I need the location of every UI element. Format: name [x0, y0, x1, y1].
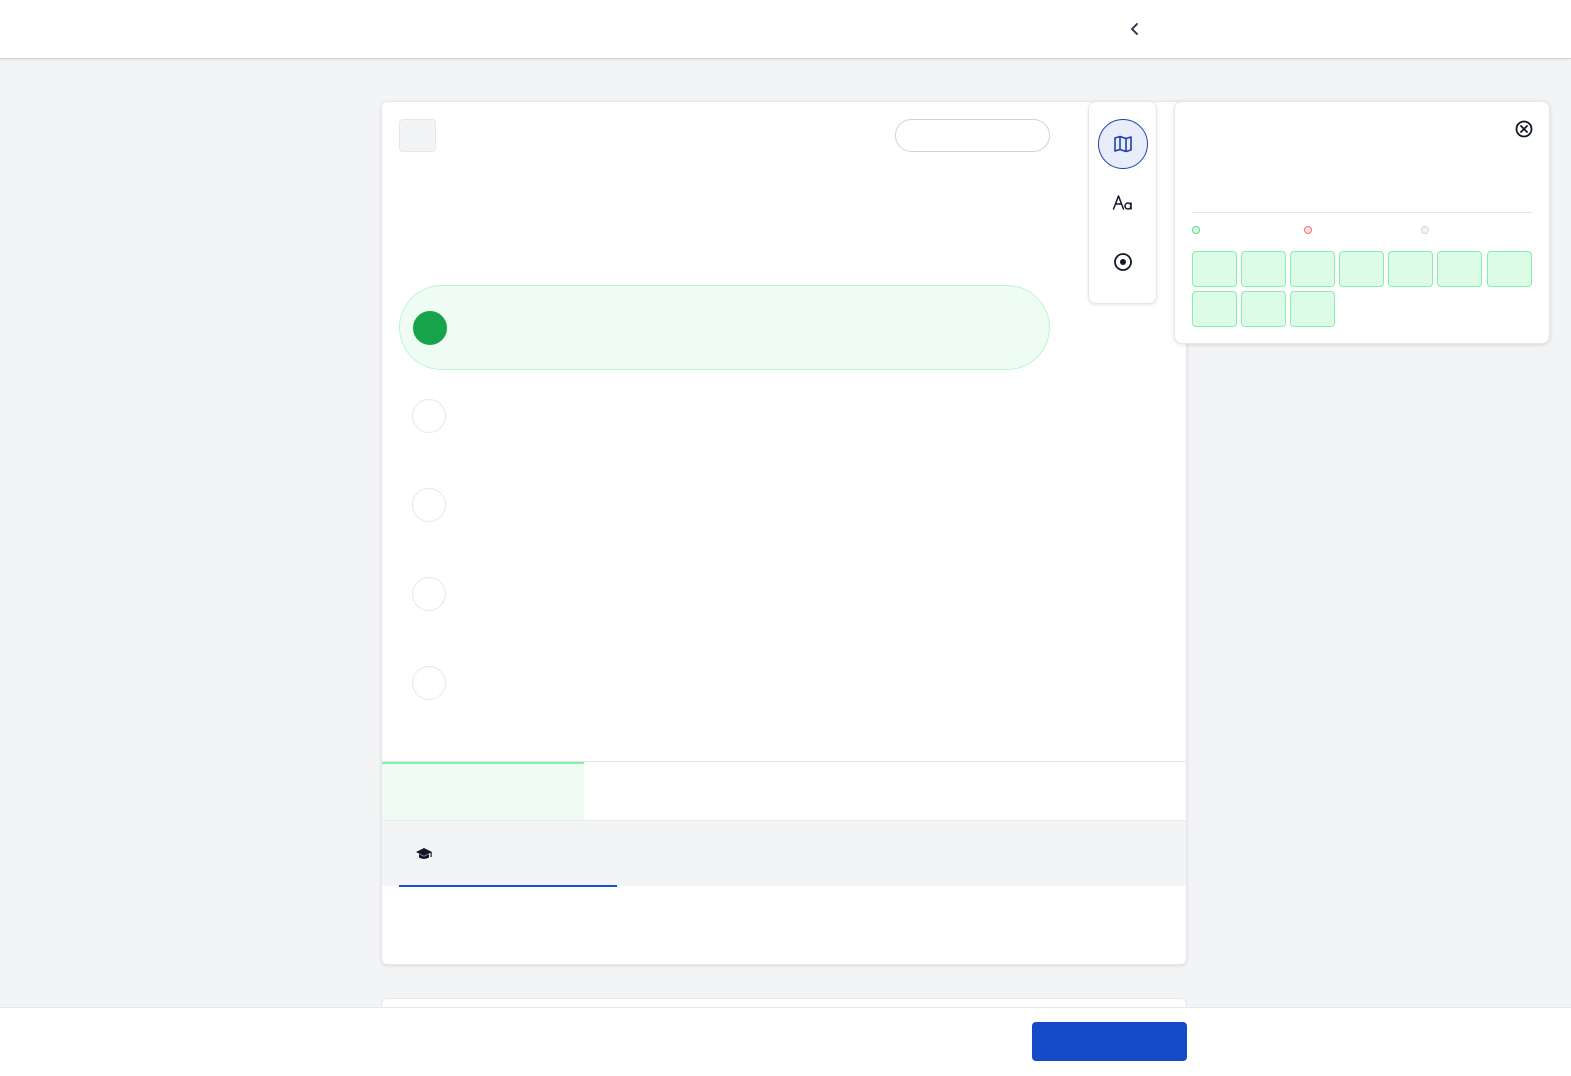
question-stem	[399, 174, 1039, 264]
legend-incorrect-dot	[1304, 226, 1312, 234]
text-size-tool-button[interactable]	[1098, 178, 1148, 228]
top-bar	[0, 0, 1571, 59]
tool-sidebar	[1088, 101, 1157, 304]
question-cell-8[interactable]	[1192, 291, 1237, 327]
primary-action-button[interactable]	[1032, 1022, 1187, 1061]
navigator-tool-button[interactable]	[1098, 119, 1148, 169]
answer-option-4[interactable]	[399, 552, 1050, 637]
question-status-pill[interactable]	[895, 119, 1050, 152]
question-cell-7[interactable]	[1487, 251, 1532, 287]
answer-option-2[interactable]	[399, 374, 1050, 459]
question-cell-10[interactable]	[1290, 291, 1335, 327]
question-cell-3[interactable]	[1290, 251, 1335, 287]
tab-explanation[interactable]	[399, 821, 617, 887]
close-panel-button[interactable]	[1515, 120, 1533, 138]
question-cell-4[interactable]	[1339, 251, 1384, 287]
close-circle-icon	[1515, 120, 1533, 138]
answer-option-1[interactable]	[399, 285, 1050, 370]
legend-unanswered-dot	[1421, 226, 1429, 234]
answer-option-5[interactable]	[399, 641, 1050, 726]
answer-option-3[interactable]	[399, 463, 1050, 548]
answer-radio[interactable]	[412, 488, 446, 522]
legend-correct-dot	[1192, 226, 1200, 234]
answer-radio[interactable]	[412, 666, 446, 700]
question-cell-2[interactable]	[1241, 251, 1286, 287]
answer-radio-selected[interactable]	[413, 311, 447, 345]
question-cell-9[interactable]	[1241, 291, 1286, 327]
target-tool-button[interactable]	[1098, 237, 1148, 287]
text-size-icon	[1112, 195, 1132, 210]
target-icon	[1114, 253, 1132, 271]
bottom-bar	[0, 1007, 1571, 1076]
back-button[interactable]	[1124, 18, 1146, 40]
question-number	[399, 119, 436, 152]
answer-radio[interactable]	[412, 577, 446, 611]
question-navigator-panel	[1174, 101, 1550, 344]
question-cell-6[interactable]	[1437, 251, 1482, 287]
answer-feedback	[382, 761, 1186, 820]
question-card	[381, 101, 1187, 965]
explanation-tabs	[382, 820, 1186, 887]
panel-divider	[1192, 212, 1533, 213]
chevron-left-icon	[1131, 23, 1138, 35]
question-cell-5[interactable]	[1388, 251, 1433, 287]
graduation-cap-icon	[416, 848, 432, 859]
answer-radio[interactable]	[412, 399, 446, 433]
result-indicator	[382, 762, 584, 820]
map-icon	[1114, 135, 1132, 153]
question-cell-1[interactable]	[1192, 251, 1237, 287]
